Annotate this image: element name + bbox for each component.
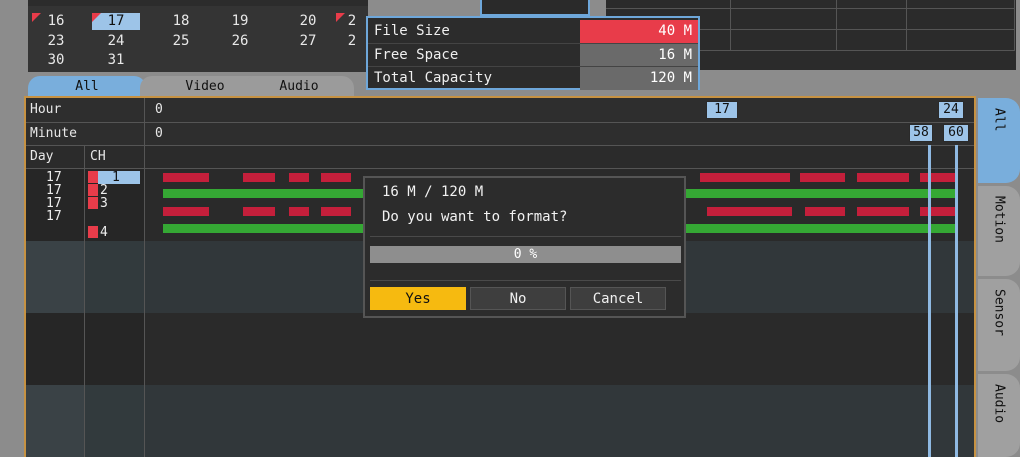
calendar-day[interactable]: 25 bbox=[157, 33, 205, 50]
calendar-day[interactable]: 30 bbox=[32, 52, 80, 69]
side-tab-audio[interactable]: Audio bbox=[978, 374, 1020, 457]
channel-number[interactable]: 4 bbox=[100, 226, 144, 239]
minute-marker-58[interactable]: 58 bbox=[909, 124, 933, 142]
channel-color-box bbox=[88, 184, 98, 196]
recording-segment bbox=[920, 173, 955, 182]
calendar-day[interactable]: 23 bbox=[32, 33, 80, 50]
dialog-title: 16 M / 120 M bbox=[382, 184, 484, 200]
hour-marker[interactable]: 17 bbox=[706, 101, 738, 119]
dialog-divider bbox=[370, 236, 681, 237]
recording-segment bbox=[163, 207, 209, 216]
minute-label: Minute bbox=[30, 126, 77, 141]
recording-segment bbox=[243, 173, 275, 182]
format-progress-bar: 0 % bbox=[370, 246, 681, 263]
calendar-prev-row bbox=[28, 0, 368, 6]
recording-segment bbox=[321, 207, 351, 216]
storage-info-popup: File Size 40 M Free Space 16 M Total Cap… bbox=[366, 16, 700, 90]
dialog-divider bbox=[370, 280, 681, 281]
channel-list bbox=[26, 169, 144, 457]
hour-end-marker[interactable]: 24 bbox=[938, 101, 964, 119]
calendar-day[interactable]: 31 bbox=[92, 52, 140, 69]
calendar-day[interactable]: 2 bbox=[336, 13, 368, 30]
recording-segment bbox=[805, 207, 845, 216]
calendar-day[interactable]: 20 bbox=[284, 13, 332, 30]
calendar-day[interactable]: 16 bbox=[32, 13, 80, 30]
channel-number[interactable]: 3 bbox=[100, 197, 144, 210]
tab-all[interactable]: All bbox=[28, 76, 146, 96]
total-capacity-value: 120 M bbox=[580, 67, 698, 90]
playhead-end[interactable] bbox=[955, 145, 958, 457]
calendar-day[interactable]: 24 bbox=[92, 33, 140, 50]
free-space-label: Free Space bbox=[374, 47, 459, 63]
side-tab-motion[interactable]: Motion bbox=[978, 186, 1020, 276]
cancel-button[interactable]: Cancel bbox=[570, 287, 666, 310]
minute-row bbox=[26, 123, 974, 146]
free-space-row: Free Space 16 M bbox=[368, 43, 698, 67]
side-tab-all[interactable]: All bbox=[978, 98, 1020, 183]
channel-color-box bbox=[88, 197, 98, 209]
channel-color-box bbox=[88, 171, 98, 183]
recording-segment bbox=[857, 173, 909, 182]
playhead-start[interactable] bbox=[928, 145, 931, 457]
recording-segment bbox=[289, 173, 309, 182]
ch-header: CH bbox=[90, 149, 106, 164]
dialog-question: Do you want to format? bbox=[382, 209, 568, 225]
hour-row bbox=[26, 98, 974, 123]
tab-audio[interactable]: Audio bbox=[244, 76, 354, 96]
yes-button[interactable]: Yes bbox=[370, 287, 466, 310]
recording-segment bbox=[920, 207, 955, 216]
channel-day: 17 bbox=[46, 209, 62, 224]
minute-start: 0 bbox=[155, 126, 163, 141]
day-header: Day bbox=[30, 149, 54, 164]
recording-segment bbox=[243, 207, 275, 216]
channel-color-box bbox=[88, 226, 98, 238]
recording-segment bbox=[707, 207, 792, 216]
calendar-day[interactable]: 19 bbox=[216, 13, 264, 30]
recording-segment bbox=[857, 207, 909, 216]
recording-segment bbox=[321, 173, 351, 182]
side-tab-sensor[interactable]: Sensor bbox=[978, 279, 1020, 371]
recording-segment bbox=[289, 207, 309, 216]
no-button[interactable]: No bbox=[470, 287, 566, 310]
top-button[interactable] bbox=[480, 0, 590, 16]
calendar-day[interactable]: 2 bbox=[336, 33, 368, 50]
column-header-row bbox=[26, 146, 974, 169]
file-size-value: 40 M bbox=[580, 20, 698, 43]
file-size-row: File Size 40 M bbox=[368, 20, 698, 43]
calendar-day-selected[interactable]: 17 bbox=[92, 13, 140, 30]
calendar-day[interactable]: 26 bbox=[216, 33, 264, 50]
free-space-value: 16 M bbox=[580, 44, 698, 67]
recording-segment bbox=[700, 173, 790, 182]
calendar-day[interactable]: 27 bbox=[284, 33, 332, 50]
total-capacity-label: Total Capacity bbox=[374, 70, 493, 86]
minute-marker-60[interactable]: 60 bbox=[943, 124, 969, 142]
file-size-label: File Size bbox=[374, 23, 450, 39]
hour-label: Hour bbox=[30, 102, 62, 117]
recording-segment bbox=[800, 173, 845, 182]
total-capacity-row: Total Capacity 120 M bbox=[368, 66, 698, 90]
hour-start: 0 bbox=[155, 102, 163, 117]
calendar-day[interactable]: 18 bbox=[157, 13, 205, 30]
recording-segment bbox=[163, 173, 209, 182]
